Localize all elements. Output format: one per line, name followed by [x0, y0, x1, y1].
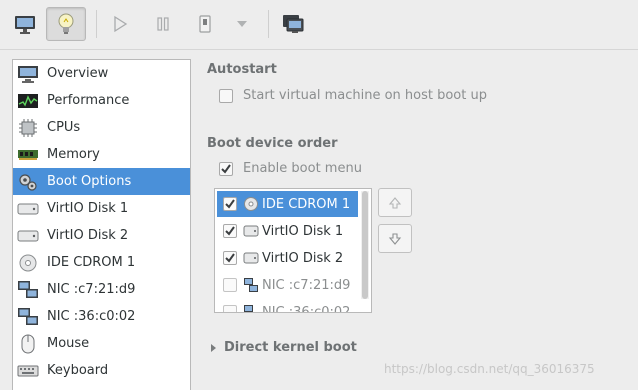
boot-device-label: NIC :c7:21:d9: [262, 277, 351, 293]
enable-boot-menu-label: Enable boot menu: [243, 161, 362, 176]
disk-drive-icon: [17, 198, 39, 220]
boot-gears-icon: [17, 171, 39, 193]
boot-device-checkbox[interactable]: [223, 251, 237, 265]
scrollbar-thumb[interactable]: [362, 191, 368, 299]
sidebar-item-overview[interactable]: Overview: [13, 60, 190, 87]
autostart-checkbox[interactable]: [219, 88, 233, 103]
boot-device-checkbox[interactable]: [223, 305, 237, 312]
sidebar-item-cpus[interactable]: CPUs: [13, 114, 190, 141]
boot-device-label: NIC :36:c0:02: [262, 304, 351, 313]
sidebar-item-boot-options[interactable]: Boot Options: [13, 168, 190, 195]
show-console-button[interactable]: [5, 7, 45, 41]
boot-device-row[interactable]: VirtIO Disk 1: [217, 218, 358, 244]
performance-graph-icon: [17, 90, 39, 112]
power-icon: [199, 15, 211, 33]
show-details-button[interactable]: [46, 7, 86, 41]
boot-device-row[interactable]: NIC :c7:21:d9: [217, 272, 358, 298]
run-button[interactable]: [100, 7, 140, 41]
sidebar-item-label: Boot Options: [47, 174, 132, 189]
move-down-button[interactable]: [378, 224, 412, 253]
boot-list-scrollbar[interactable]: [361, 191, 369, 299]
direct-kernel-boot-label: Direct kernel boot: [224, 340, 357, 355]
boot-device-label: VirtIO Disk 2: [262, 250, 344, 266]
sidebar-item-memory[interactable]: Memory: [13, 141, 190, 168]
arrow-up-icon: [388, 196, 402, 209]
checkmark-icon: [225, 226, 235, 236]
pause-icon: [157, 17, 169, 31]
lightbulb-icon: [58, 13, 74, 34]
sidebar-item-label: CPUs: [47, 120, 81, 135]
autostart-checkbox-row[interactable]: Start virtual machine on host boot up: [219, 88, 487, 103]
sidebar-item-label: Performance: [47, 93, 130, 108]
cdrom-icon: [243, 196, 259, 212]
sidebar-item-performance[interactable]: Performance: [13, 87, 190, 114]
network-icon: [243, 304, 259, 312]
disk-drive-icon: [243, 250, 259, 266]
sidebar-item-label: Keyboard: [47, 363, 109, 378]
boot-device-row[interactable]: NIC :36:c0:02: [217, 299, 358, 313]
sidebar-item-nic-36-c0-02[interactable]: NIC :36:c0:02: [13, 303, 190, 330]
dropdown-arrow-icon: [237, 21, 247, 27]
boot-device-checkbox[interactable]: [223, 278, 237, 292]
sidebar-item-ide-cdrom-1[interactable]: IDE CDROM 1: [13, 249, 190, 276]
overview-monitor-icon: [17, 63, 39, 85]
boot-device-list: IDE CDROM 1 VirtIO Disk 1 VirtIO Disk 2 …: [214, 188, 372, 313]
keyboard-icon: [17, 360, 39, 382]
play-icon: [114, 15, 128, 33]
memory-module-icon: [17, 144, 39, 166]
checkmark-icon: [221, 163, 231, 174]
sidebar-item-label: NIC :36:c0:02: [47, 309, 136, 324]
pause-button[interactable]: [143, 7, 183, 41]
enable-boot-menu-row[interactable]: Enable boot menu: [219, 161, 362, 176]
expander-arrow-icon: [211, 343, 216, 352]
watermark: https://blog.csdn.net/qq_36016375: [384, 362, 595, 376]
boot-device-row[interactable]: IDE CDROM 1: [217, 191, 358, 217]
sidebar-item-label: NIC :c7:21:d9: [47, 282, 136, 297]
shutdown-button[interactable]: [185, 7, 225, 41]
enable-boot-menu-checkbox[interactable]: [219, 161, 233, 176]
cpu-chip-icon: [17, 117, 39, 139]
hardware-list: Overview Performance CPUs Memory Boot Op…: [12, 59, 191, 390]
sidebar-item-virtio-disk-2[interactable]: VirtIO Disk 2: [13, 222, 190, 249]
arrow-down-icon: [388, 232, 402, 245]
boot-device-label: VirtIO Disk 1: [262, 223, 344, 239]
mouse-icon: [17, 333, 39, 355]
checkmark-icon: [225, 199, 235, 209]
sidebar-item-label: Memory: [47, 147, 100, 162]
boot-device-checkbox[interactable]: [223, 224, 237, 238]
boot-order-section-title: Boot device order: [207, 136, 338, 151]
sidebar-item-label: Mouse: [47, 336, 90, 351]
network-icon: [243, 277, 259, 293]
sidebar-item-label: Overview: [47, 66, 109, 81]
sidebar-item-keyboard[interactable]: Keyboard: [13, 357, 190, 384]
disk-drive-icon: [243, 223, 259, 239]
checkmark-icon: [225, 253, 235, 263]
sidebar-item-label: IDE CDROM 1: [47, 255, 136, 270]
disk-drive-icon: [17, 225, 39, 247]
shutdown-menu-button[interactable]: [222, 7, 262, 41]
monitor-icon: [15, 16, 35, 34]
sidebar-item-mouse[interactable]: Mouse: [13, 330, 190, 357]
autostart-section-title: Autostart: [207, 62, 277, 77]
sidebar-item-label: VirtIO Disk 1: [47, 201, 129, 216]
toolbar-separator: [268, 10, 269, 38]
direct-kernel-boot-expander[interactable]: Direct kernel boot: [211, 340, 357, 355]
boot-device-label: IDE CDROM 1: [262, 196, 351, 212]
network-icon: [17, 279, 39, 301]
toolbar-separator: [96, 10, 97, 38]
cdrom-icon: [17, 252, 39, 274]
move-up-button[interactable]: [378, 188, 412, 217]
boot-device-checkbox[interactable]: [223, 197, 237, 211]
fullscreen-icon: [283, 15, 304, 33]
sidebar-item-nic-c7-21-d9[interactable]: NIC :c7:21:d9: [13, 276, 190, 303]
fullscreen-button[interactable]: [273, 7, 313, 41]
sidebar-item-virtio-disk-1[interactable]: VirtIO Disk 1: [13, 195, 190, 222]
autostart-checkbox-label: Start virtual machine on host boot up: [243, 88, 487, 103]
boot-device-row[interactable]: VirtIO Disk 2: [217, 245, 358, 271]
sidebar-item-label: VirtIO Disk 2: [47, 228, 129, 243]
network-icon: [17, 306, 39, 328]
toolbar: [0, 0, 638, 50]
